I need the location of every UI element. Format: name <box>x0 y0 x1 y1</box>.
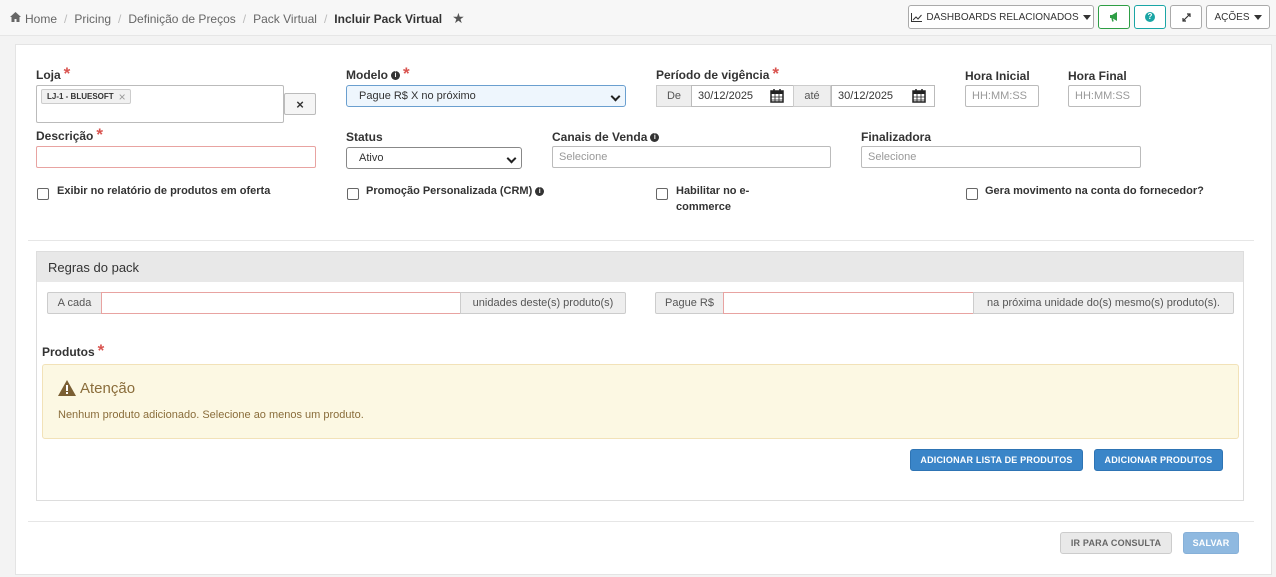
regras-box: Regras do pack A cada unidades deste(s) … <box>36 251 1244 501</box>
alert-text: Nenhum produto adicionado. Selecione ao … <box>58 409 364 421</box>
ecommerce-label: Habilitar no e-commerce <box>676 185 750 213</box>
required-asterisk: * <box>63 64 71 83</box>
chevron-down-icon <box>506 153 517 164</box>
hora-final-input[interactable]: HH:MM:SS <box>1068 85 1141 107</box>
required-asterisk: * <box>96 125 103 144</box>
a-cada-addon: A cada <box>47 292 102 314</box>
hora-inicial-label: Hora Inicial <box>965 69 1030 83</box>
tag-remove-icon[interactable]: × <box>119 90 126 104</box>
loja-select[interactable]: LJ-1 - BLUESOFT × <box>36 85 284 123</box>
hora-inicial-input[interactable]: HH:MM:SS <box>965 85 1039 107</box>
required-asterisk: * <box>403 64 410 83</box>
breadcrumb-pricing[interactable]: Pricing <box>74 12 111 26</box>
page-title: Incluir Pack Virtual <box>334 11 443 26</box>
calendar-icon[interactable] <box>912 89 926 103</box>
actions-label: AÇÕES <box>1214 11 1250 23</box>
pague-addon: Pague R$ <box>655 292 724 314</box>
breadcrumb-separator: / <box>242 11 247 26</box>
calendar-icon[interactable] <box>770 89 784 103</box>
chevron-down-icon <box>610 91 621 102</box>
divider <box>28 240 1254 241</box>
hora-final-label: Hora Final <box>1068 69 1127 83</box>
question-icon: ? <box>1145 12 1155 22</box>
breadcrumb: Home / Pricing / Definição de Preços / P… <box>10 10 465 27</box>
promocao-crm-checkbox[interactable] <box>347 188 359 200</box>
salvar-button[interactable]: SALVAR <box>1183 532 1239 554</box>
modelo-value: Pague R$ X no próximo <box>359 90 476 102</box>
produtos-label: Produtos * <box>42 341 105 360</box>
de-addon: De <box>656 85 692 107</box>
status-value: Ativo <box>359 152 384 164</box>
breadcrumb-separator: / <box>118 11 122 26</box>
breadcrumb-definicao[interactable]: Definição de Preços <box>128 12 235 26</box>
regras-title: Regras do pack <box>48 260 140 275</box>
main-panel: Loja * Modelo i * Período de vigência * Hora… <box>15 44 1272 575</box>
ate-addon: até <box>793 85 831 107</box>
adicionar-produtos-button[interactable]: ADICIONAR PRODUTOS <box>1094 449 1223 471</box>
regras-header: Regras do pack <box>37 252 1243 282</box>
exibir-relatorio-checkbox[interactable] <box>37 188 49 200</box>
info-icon[interactable]: i <box>535 186 545 196</box>
loja-clear-button[interactable]: × <box>284 93 316 115</box>
movimento-fornecedor-label: Gera movimento na conta do fornecedor? <box>985 185 1204 197</box>
breadcrumb-separator: / <box>323 11 328 26</box>
expand-icon <box>1181 12 1191 22</box>
unidades-addon: unidades deste(s) produto(s) <box>460 292 626 314</box>
modelo-label: Modelo i * <box>346 64 410 83</box>
movimento-fornecedor-checkbox[interactable] <box>966 188 978 200</box>
status-label: Status <box>346 130 383 144</box>
breadcrumb-pack-virtual[interactable]: Pack Virtual <box>253 12 317 26</box>
help-button[interactable]: ? <box>1134 5 1166 29</box>
finalizadora-label: Finalizadora <box>861 130 932 144</box>
a-cada-input[interactable] <box>101 292 461 314</box>
fullscreen-button[interactable] <box>1170 5 1202 29</box>
descricao-label: Descrição * <box>36 125 103 144</box>
adicionar-lista-button[interactable]: ADICIONAR LISTA DE PRODUTOS <box>910 449 1083 471</box>
announcement-button[interactable] <box>1098 5 1130 29</box>
line-chart-icon <box>911 12 923 22</box>
promocao-crm-label: Promoção Personalizada (CRM) i <box>366 183 545 199</box>
dashboards-button[interactable]: DASHBOARDS RELACIONADOS <box>908 5 1094 29</box>
exibir-relatorio-label: Exibir no relatório de produtos em ofert… <box>57 185 271 197</box>
required-asterisk: * <box>97 341 105 360</box>
canais-input[interactable]: Selecione <box>552 146 831 168</box>
ir-para-consulta-button[interactable]: IR PARA CONSULTA <box>1060 532 1172 554</box>
pague-input[interactable] <box>723 292 974 314</box>
close-icon: × <box>296 96 304 112</box>
loja-tag: LJ-1 - BLUESOFT × <box>41 89 131 104</box>
breadcrumb-home[interactable]: Home <box>25 12 57 26</box>
top-bar: Home / Pricing / Definição de Preços / P… <box>0 0 1276 36</box>
megaphone-icon <box>1109 12 1117 22</box>
required-asterisk: * <box>772 64 779 83</box>
alert-title: Atenção <box>80 380 136 397</box>
periodo-label: Período de vigência * <box>656 64 779 83</box>
proxima-addon: na próxima unidade do(s) mesmo(s) produt… <box>973 292 1234 314</box>
info-icon[interactable]: i <box>650 133 660 143</box>
descricao-input[interactable] <box>36 146 316 168</box>
divider <box>28 521 1254 522</box>
ecommerce-checkbox[interactable] <box>656 188 668 200</box>
canais-label: Canais de Venda i <box>552 130 660 144</box>
chevron-down-icon <box>1082 14 1091 20</box>
chevron-down-icon <box>1253 14 1262 20</box>
alert-box: Atenção Nenhum produto adicionado. Selec… <box>42 364 1239 439</box>
loja-tag-label: LJ-1 - BLUESOFT <box>47 92 114 101</box>
info-icon[interactable]: i <box>391 71 400 81</box>
loja-label: Loja * <box>36 64 71 83</box>
breadcrumb-separator: / <box>64 11 68 26</box>
warning-icon <box>58 380 76 396</box>
dashboards-label: DASHBOARDS RELACIONADOS <box>926 11 1079 23</box>
actions-button[interactable]: AÇÕES <box>1206 5 1270 29</box>
finalizadora-input[interactable]: Selecione <box>861 146 1141 168</box>
home-icon[interactable] <box>10 12 21 25</box>
modelo-select[interactable]: Pague R$ X no próximo <box>346 85 626 107</box>
status-select[interactable]: Ativo <box>346 147 522 169</box>
favorite-star-icon[interactable]: ★ <box>452 10 465 27</box>
